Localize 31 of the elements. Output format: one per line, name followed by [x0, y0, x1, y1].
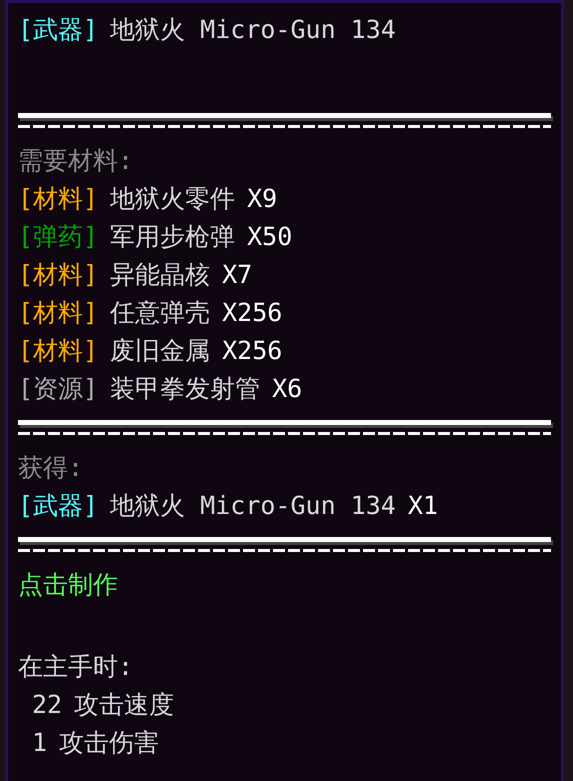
item-count: X7 [222, 259, 252, 291]
craft-link[interactable]: 点击制作 [18, 566, 118, 604]
item-name: 地狱火零件 [110, 183, 236, 215]
item-count: X50 [247, 221, 292, 253]
item-count: X9 [247, 183, 278, 215]
item-name: 装甲拳发射管 [110, 373, 260, 405]
section-heading: 在主手时: [18, 651, 134, 683]
item-name: 任意弹壳 [110, 297, 210, 329]
category-tag: [材料] [18, 332, 98, 370]
category-tag: [资源] [18, 370, 98, 408]
category-tag: [材料] [18, 256, 98, 294]
item-name: 废旧金属 [110, 335, 210, 367]
category-tag: [武器] [18, 11, 98, 49]
section-heading: 需要材料: [18, 145, 134, 177]
stat-value: 1 [32, 727, 48, 759]
item-name: 地狱火 Micro-Gun 134 [110, 490, 396, 522]
item-count: X256 [222, 297, 282, 329]
item-count: X256 [222, 335, 282, 367]
category-tag: [材料] [18, 294, 98, 332]
section-heading: 获得: [18, 452, 84, 484]
item-title: 地狱火 Micro-Gun 134 [110, 14, 396, 46]
category-tag: [材料] [18, 180, 98, 218]
stat-label: 攻击速度 [74, 689, 174, 721]
stat-label: 攻击伤害 [59, 727, 160, 759]
item-name: 军用步枪弹 [110, 221, 236, 253]
item-count: X6 [272, 373, 302, 405]
stat-value: 22 [32, 689, 62, 721]
category-tag: [弹药] [18, 218, 98, 256]
item-count: X1 [408, 490, 438, 522]
item-name: 异能晶核 [110, 259, 210, 291]
category-tag: [武器] [18, 487, 98, 525]
